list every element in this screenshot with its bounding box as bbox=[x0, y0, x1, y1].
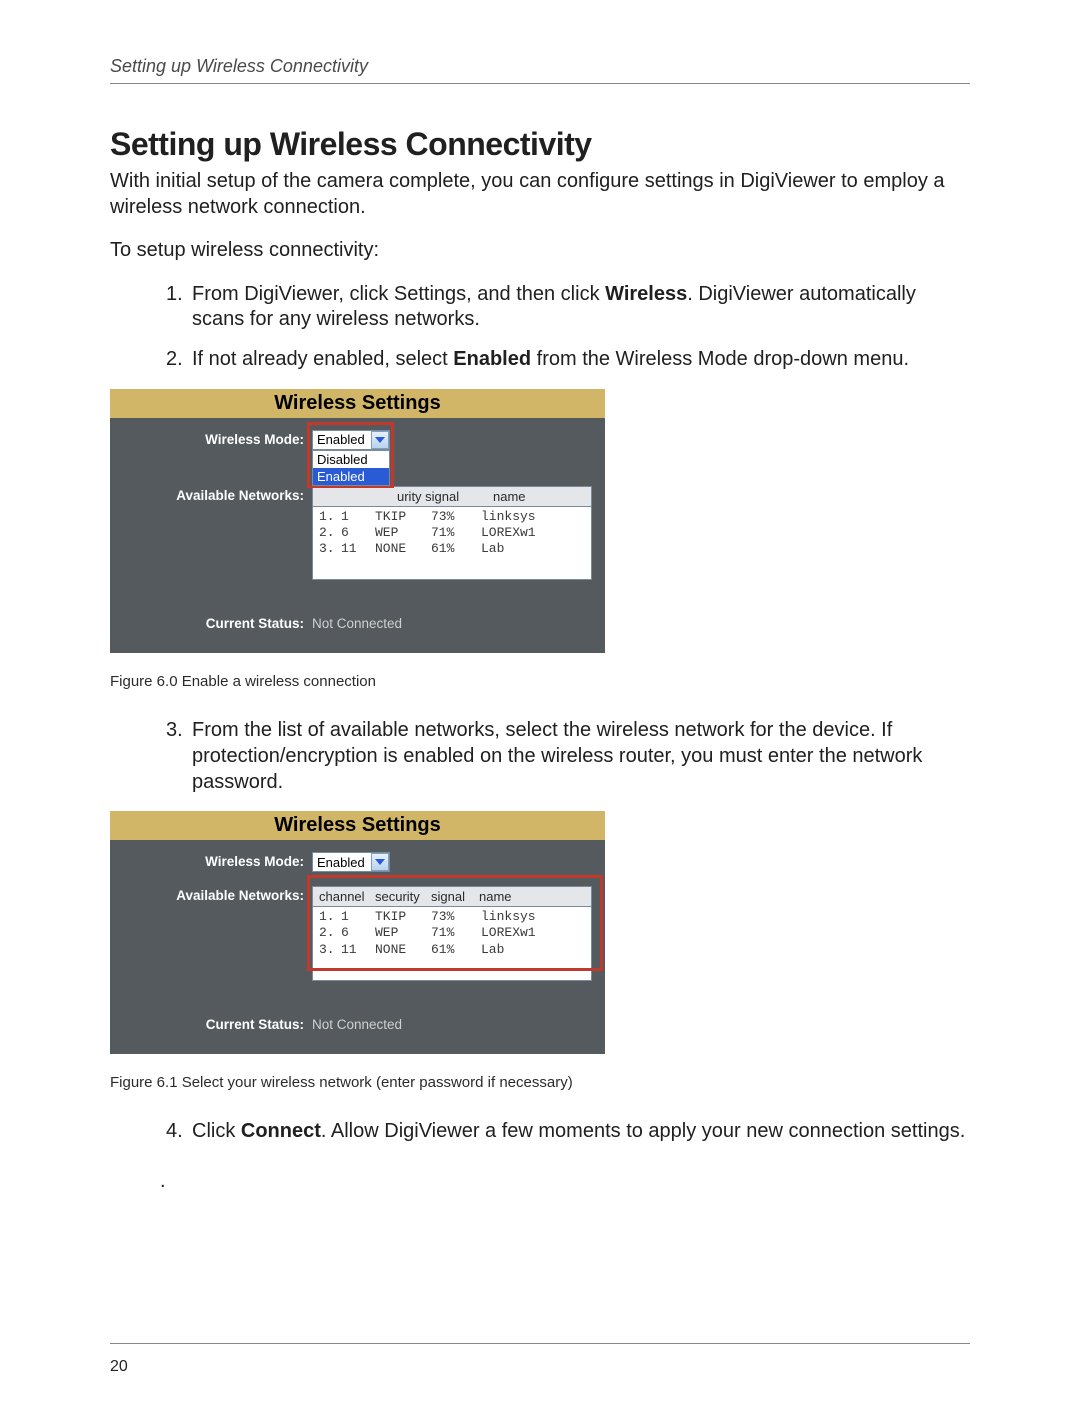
step-number: 1. bbox=[166, 282, 192, 333]
steps-list: 1. From DigiViewer, click Settings, and … bbox=[110, 282, 970, 373]
step-text: Click bbox=[192, 1120, 241, 1142]
stray-dot: . bbox=[160, 1170, 970, 1193]
network-row[interactable]: 2. 6 WEP 71% LOREXw1 bbox=[313, 925, 591, 941]
step-1: 1. From DigiViewer, click Settings, and … bbox=[166, 282, 970, 333]
page-number: 20 bbox=[110, 1358, 970, 1376]
network-row[interactable]: 2. 6 WEP 71% LOREXw1 bbox=[313, 525, 591, 541]
dropdown-panel: Disabled Enabled bbox=[312, 450, 390, 486]
rule-top bbox=[110, 83, 970, 84]
step-bold: Wireless bbox=[605, 283, 687, 305]
available-networks-list[interactable]: channel security signal name 1. 1 TKIP 7… bbox=[312, 886, 592, 981]
step-bold: Connect bbox=[241, 1120, 321, 1142]
available-networks-list[interactable]: urity signal name 1. 1 TKIP 73% linksys bbox=[312, 486, 592, 581]
wireless-mode-dropdown[interactable]: Enabled bbox=[312, 430, 390, 450]
network-row[interactable]: 1. 1 TKIP 73% linksys bbox=[313, 909, 591, 925]
figure-caption-6-0: Figure 6.0 Enable a wireless connection bbox=[110, 673, 970, 690]
dropdown-option-disabled[interactable]: Disabled bbox=[313, 451, 389, 468]
chevron-down-icon[interactable] bbox=[371, 853, 389, 871]
network-row[interactable]: 3. 11 NONE 61% Lab bbox=[313, 942, 591, 958]
steps-list-cont2: 4. Click Connect. Allow DigiViewer a few… bbox=[110, 1119, 970, 1145]
current-status-label: Current Status: bbox=[122, 1017, 312, 1032]
wireless-mode-label: Wireless Mode: bbox=[122, 852, 312, 869]
current-status-value: Not Connected bbox=[312, 1017, 402, 1032]
step-4: 4. Click Connect. Allow DigiViewer a few… bbox=[166, 1119, 970, 1145]
step-text: From the list of available networks, sel… bbox=[192, 718, 970, 795]
step-number: 2. bbox=[166, 347, 192, 373]
step-number: 4. bbox=[166, 1119, 192, 1145]
wireless-mode-label: Wireless Mode: bbox=[122, 430, 312, 447]
running-header: Setting up Wireless Connectivity bbox=[110, 56, 970, 77]
panel-title: Wireless Settings bbox=[110, 389, 605, 418]
dropdown-value: Enabled bbox=[317, 432, 365, 447]
step-bold: Enabled bbox=[453, 348, 531, 370]
step-2: 2. If not already enabled, select Enable… bbox=[166, 347, 970, 373]
steps-list-cont: 3. From the list of available networks, … bbox=[110, 718, 970, 795]
available-networks-label: Available Networks: bbox=[122, 486, 312, 503]
page-title: Setting up Wireless Connectivity bbox=[110, 126, 970, 163]
dropdown-option-enabled[interactable]: Enabled bbox=[313, 468, 389, 485]
step-3: 3. From the list of available networks, … bbox=[166, 718, 970, 795]
list-header-full: channel security signal name bbox=[313, 887, 591, 907]
network-row[interactable]: 3. 11 NONE 61% Lab bbox=[313, 541, 591, 557]
step-text: from the Wireless Mode drop-down menu. bbox=[531, 348, 909, 370]
wireless-mode-dropdown[interactable]: Enabled bbox=[312, 852, 390, 872]
panel-title: Wireless Settings bbox=[110, 811, 605, 840]
network-row[interactable]: 1. 1 TKIP 73% linksys bbox=[313, 509, 591, 525]
intro-paragraph: With initial setup of the camera complet… bbox=[110, 169, 970, 220]
lead-in: To setup wireless connectivity: bbox=[110, 238, 970, 264]
rule-bottom bbox=[110, 1343, 970, 1344]
figure-caption-6-1: Figure 6.1 Select your wireless network … bbox=[110, 1074, 970, 1091]
list-header: urity signal name bbox=[313, 487, 591, 507]
step-text: If not already enabled, select bbox=[192, 348, 453, 370]
step-number: 3. bbox=[166, 718, 192, 795]
chevron-down-icon[interactable] bbox=[371, 431, 389, 449]
figure-6-0: Wireless Settings Wireless Mode: Enabled… bbox=[110, 389, 605, 662]
available-networks-label: Available Networks: bbox=[122, 886, 312, 903]
current-status-value: Not Connected bbox=[312, 616, 402, 631]
figure-6-1: Wireless Settings Wireless Mode: Enabled… bbox=[110, 811, 605, 1062]
dropdown-value: Enabled bbox=[317, 855, 365, 870]
step-text: . Allow DigiViewer a few moments to appl… bbox=[321, 1120, 965, 1142]
step-text: From DigiViewer, click Settings, and the… bbox=[192, 283, 605, 305]
current-status-label: Current Status: bbox=[122, 616, 312, 631]
